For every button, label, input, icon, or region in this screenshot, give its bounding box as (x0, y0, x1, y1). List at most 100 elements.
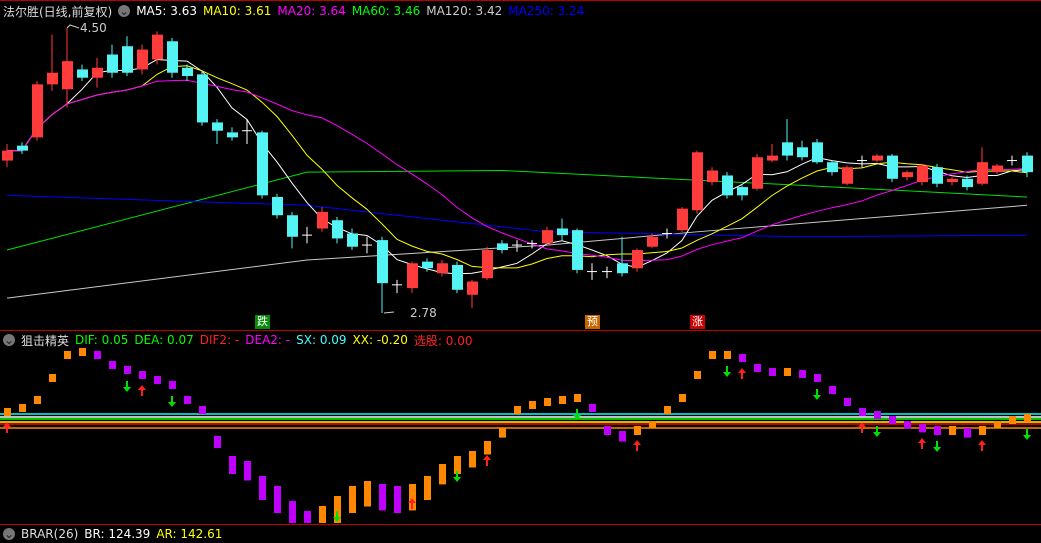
oscillator-bar (889, 416, 896, 424)
candle-body (122, 46, 133, 73)
buy-arrow-icon (138, 385, 146, 396)
candle-body (632, 250, 643, 269)
candle-body (617, 263, 628, 274)
oscillator-bar (529, 401, 536, 409)
oscillator-bar (244, 461, 251, 481)
candle-body (32, 84, 43, 138)
buy-arrow-icon (978, 440, 986, 451)
oscillator-bar (79, 348, 86, 356)
candle-body (347, 233, 358, 247)
oscillator-bar (859, 408, 866, 416)
chevron-down-icon[interactable]: ⌄ (3, 334, 15, 346)
oscillator-bar (709, 351, 716, 359)
buy-arrow-icon (918, 438, 926, 449)
oscillator-bar (109, 361, 116, 369)
ar-value: AR: 142.61 (156, 527, 223, 541)
candle-body (692, 152, 703, 211)
indicator-title: 狙击精英 (21, 333, 70, 348)
dea2-value: DEA2: - (245, 333, 291, 347)
signal-label: 涨 (690, 315, 705, 329)
oscillator-bar (64, 351, 71, 359)
oscillator-bar (304, 511, 311, 523)
candle-body (917, 165, 928, 183)
oscillator-bar (649, 421, 656, 429)
oscillator-bar (199, 406, 206, 414)
oscillator-bar (514, 406, 521, 414)
low-price-label: 2.78 (410, 306, 437, 320)
candle-body (227, 132, 238, 138)
candle-body (962, 178, 973, 188)
candle-body (752, 157, 763, 189)
oscillator-bar (979, 426, 986, 435)
candle-body (842, 167, 853, 184)
brar-title: BRAR(26) (21, 527, 79, 541)
signal-label: 跌 (255, 315, 270, 329)
oscillator-bar (829, 386, 836, 394)
candle-body (107, 54, 118, 73)
candlestick-chart[interactable] (0, 0, 1041, 330)
candle-body (572, 230, 583, 270)
ma20-line (7, 79, 1028, 262)
oscillator-bar (499, 428, 506, 438)
candle-body (182, 67, 193, 77)
candle-body (437, 263, 448, 274)
candle-body (482, 250, 493, 279)
oscillator-bar (4, 408, 11, 416)
candle-body (77, 69, 88, 78)
candle-body (467, 281, 478, 295)
sx-value: SX: 0.09 (296, 333, 347, 347)
candle-body (47, 72, 58, 85)
candle-body (782, 142, 793, 156)
oscillator-bar (739, 354, 746, 362)
candle-body (677, 208, 688, 231)
candle-body (422, 261, 433, 269)
xg-value: 选股: 0.00 (413, 333, 473, 348)
oscillator-bar (544, 398, 551, 406)
sell-arrow-icon (1023, 429, 1031, 440)
oscillator-bar (679, 394, 686, 402)
candle-body (197, 74, 208, 123)
buy-arrow-icon (738, 368, 746, 379)
candle-body (167, 41, 178, 73)
candle-body (767, 155, 778, 161)
oscillator-bar (349, 486, 356, 513)
high-marker (66, 24, 80, 29)
oscillator-bar (259, 476, 266, 500)
candle-body (152, 34, 163, 60)
dif2-value: DIF2: - (199, 333, 240, 347)
oscillator-bar (964, 428, 971, 438)
sell-arrow-icon (933, 441, 941, 452)
oscillator-bar (439, 464, 446, 485)
oscillator-bar (619, 431, 626, 442)
candle-body (992, 165, 1003, 173)
oscillator-bar (634, 426, 641, 435)
oscillator-bar (394, 486, 401, 513)
chevron-down-icon[interactable]: ⌄ (3, 528, 15, 540)
oscillator-bar (934, 426, 941, 435)
candle-body (902, 172, 913, 178)
ma250-line (6, 194, 1028, 238)
high-price-label: 4.50 (80, 21, 107, 35)
oscillator-bar (844, 398, 851, 406)
dea-value: DEA: 0.07 (134, 333, 194, 347)
candle-body (17, 145, 28, 151)
xx-value: XX: -0.20 (352, 333, 408, 347)
oscillator-bar (904, 421, 911, 429)
oscillator-bar (124, 366, 131, 374)
oscillator-bar (94, 351, 101, 359)
candle-body (2, 150, 13, 161)
candle-body (497, 243, 508, 251)
oscillator-bar (784, 368, 791, 376)
oscillator-bar (214, 436, 221, 448)
candle-body (737, 187, 748, 196)
oscillator-bar (19, 404, 26, 412)
candle-body (812, 142, 823, 163)
candle-body (797, 147, 808, 158)
candle-body (947, 178, 958, 183)
oscillator-chart[interactable] (0, 348, 1041, 523)
oscillator-bar (184, 396, 191, 404)
oscillator-bar (469, 451, 476, 468)
oscillator-bar (169, 381, 176, 389)
candle-body (272, 197, 283, 216)
candle-body (317, 211, 328, 229)
